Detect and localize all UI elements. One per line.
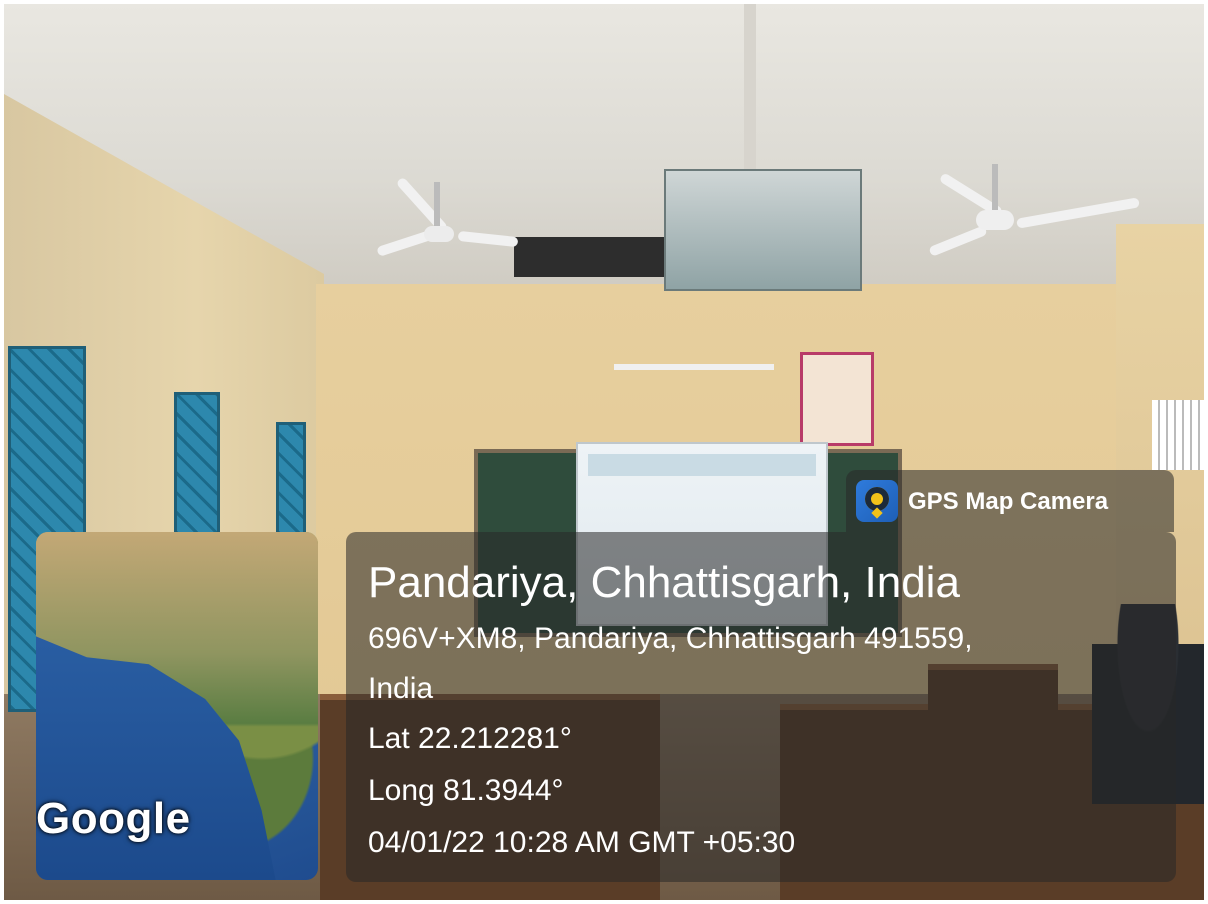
window-left-3 <box>276 422 306 538</box>
longitude: Long 81.3944° <box>368 774 564 807</box>
datetime-stamp: 04/01/22 10:28 AM GMT +05:30 <box>368 826 796 859</box>
projector-pole <box>744 4 756 174</box>
latitude: Lat 22.212281° <box>368 722 572 755</box>
projector-box <box>664 169 862 291</box>
gps-map-camera-icon <box>856 480 898 522</box>
google-logo-text: Google <box>36 794 191 843</box>
wall-poster <box>800 352 874 446</box>
window-left-2 <box>174 392 220 538</box>
slide-title-bar <box>588 454 816 476</box>
location-info-panel: Pandariya, Chhattisgarh, India 696V+XM8,… <box>346 532 1176 882</box>
window-right <box>1152 400 1204 470</box>
app-badge: GPS Map Camera <box>846 470 1174 532</box>
projector-arm <box>514 237 666 277</box>
address-line-1: 696V+XM8, Pandariya, Chhattisgarh 491559… <box>368 622 973 655</box>
address-line-2: India <box>368 672 434 705</box>
app-name: GPS Map Camera <box>908 488 1109 515</box>
map-thumbnail: Google <box>36 532 318 880</box>
location-title: Pandariya, Chhattisgarh, India <box>368 558 960 607</box>
tube-light <box>614 364 774 370</box>
